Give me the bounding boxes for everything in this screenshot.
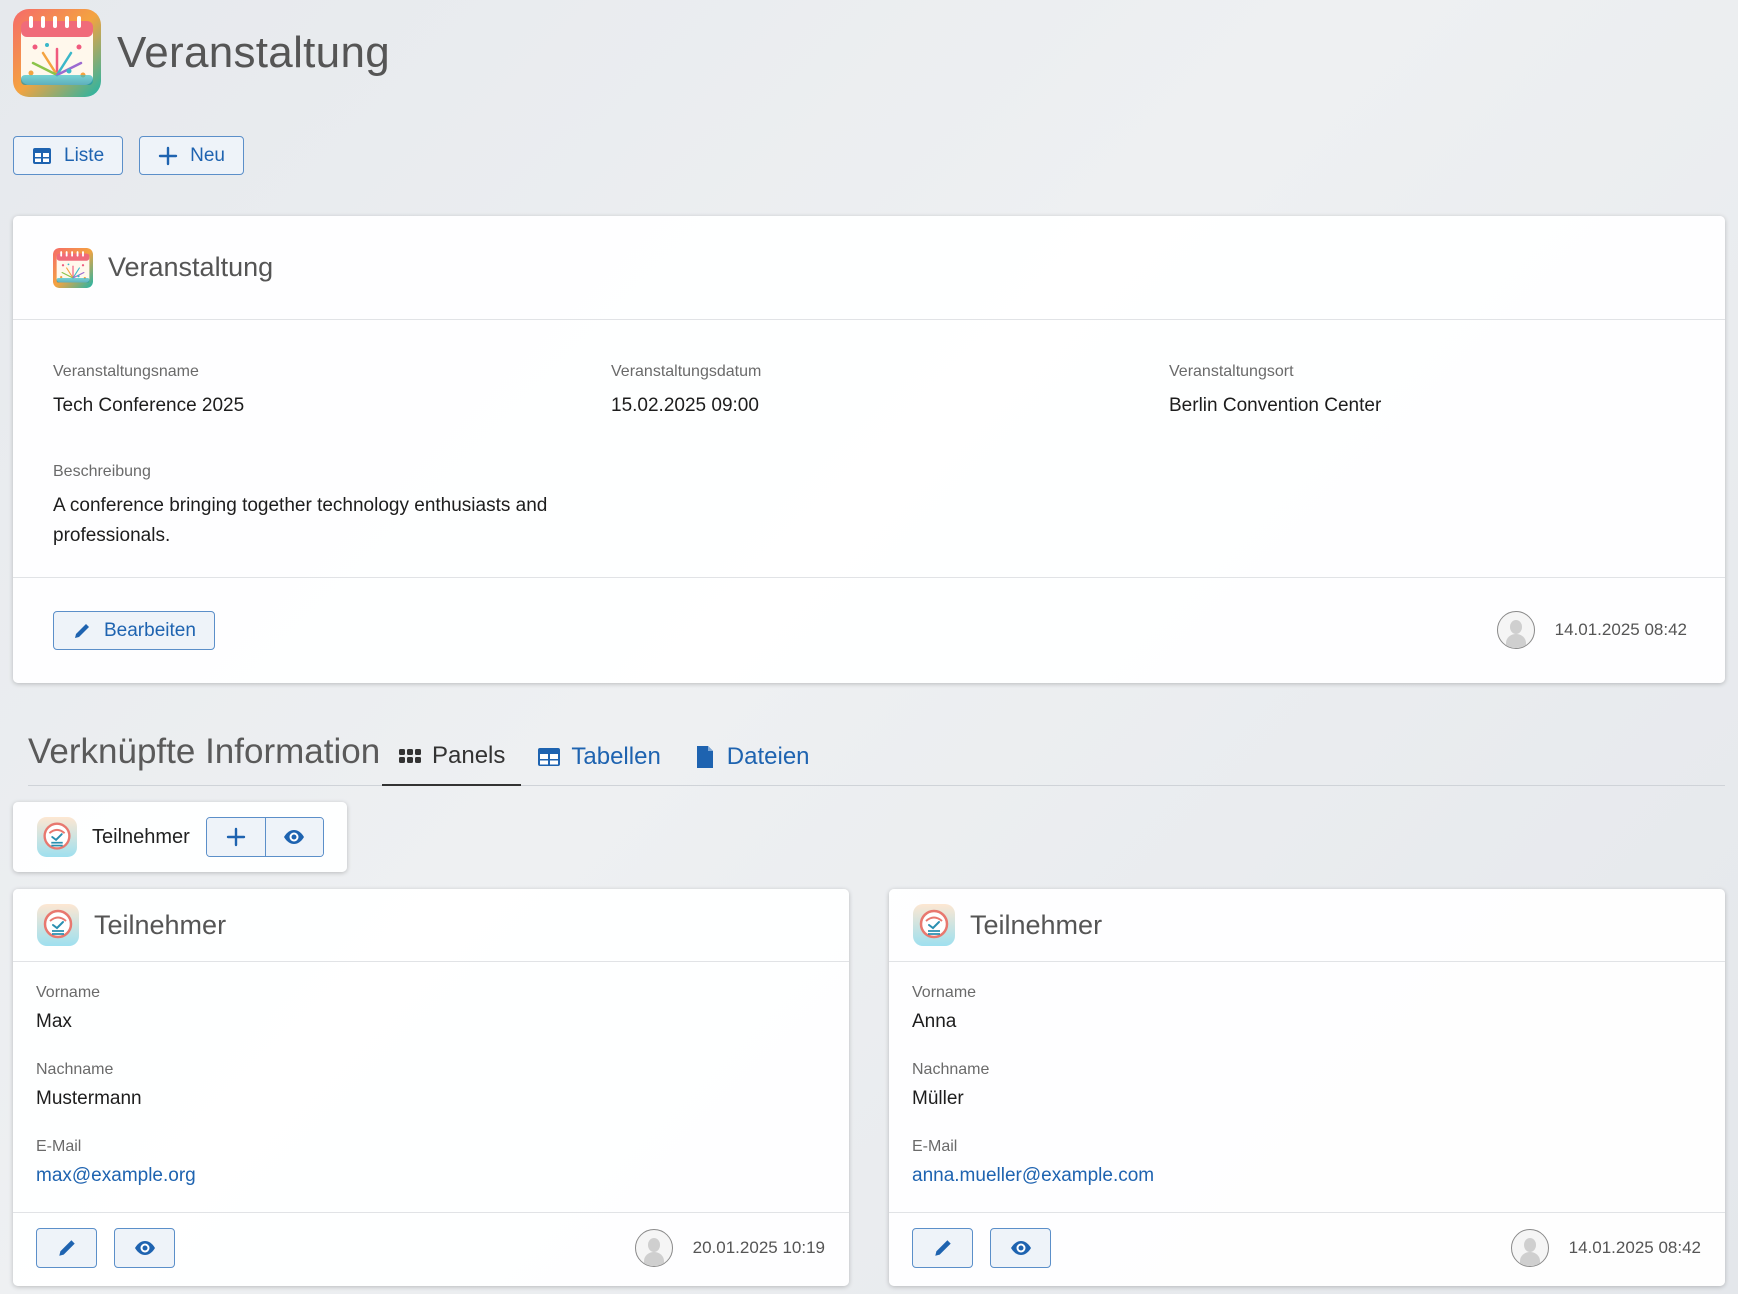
- field-firstname: Vorname Anna: [912, 984, 976, 1033]
- top-actions: Liste Neu: [13, 136, 244, 175]
- participant-meta: 14.01.2025 08:42: [1510, 1229, 1701, 1267]
- field-label: Veranstaltungsort: [1169, 363, 1294, 380]
- field-event-name: Veranstaltungsname Tech Conference 2025: [53, 363, 244, 421]
- participant-fields: Vorname Anna Nachname Müller E-Mail anna…: [889, 962, 1725, 1213]
- field-value: 15.02.2025 09:00: [611, 395, 759, 416]
- plus-icon: [158, 146, 178, 165]
- field-value: Tech Conference 2025: [53, 395, 245, 416]
- email-link[interactable]: max@example.org: [36, 1165, 196, 1187]
- add-participant-button[interactable]: [206, 818, 265, 856]
- file-icon: [696, 746, 713, 768]
- field-value: Berlin Convention Center: [1169, 395, 1382, 416]
- record-card: Veranstaltung Veranstaltungsname Tech Co…: [13, 216, 1725, 683]
- field-value: Mustermann: [36, 1088, 142, 1109]
- field-value: A conference bringing together technolog…: [53, 495, 548, 546]
- panel-chip-actions: [205, 817, 324, 857]
- pencil-icon: [58, 1240, 75, 1256]
- edit-participant-button[interactable]: [912, 1228, 973, 1268]
- grid-dots-icon: [399, 749, 421, 763]
- field-email: E-Mail max@example.org: [36, 1138, 196, 1187]
- view-participants-button[interactable]: [264, 818, 323, 856]
- avatar: [1510, 1229, 1549, 1267]
- edit-button[interactable]: Bearbeiten: [53, 611, 215, 650]
- related-info-title: Verknüpfte Information: [28, 732, 381, 771]
- pencil-icon: [75, 623, 89, 638]
- pencil-icon: [934, 1240, 951, 1256]
- modified-timestamp: 20.01.2025 10:19: [692, 1238, 825, 1257]
- record-fields: Veranstaltungsname Tech Conference 2025 …: [13, 320, 1725, 578]
- participant-icon: [37, 817, 77, 857]
- eye-icon: [134, 1241, 155, 1255]
- panel-chip-label: Teilnehmer: [92, 825, 190, 848]
- tab-label: Panels: [432, 742, 506, 769]
- list-button-label: Liste: [64, 144, 105, 166]
- tab-tables[interactable]: Tabellen: [521, 728, 676, 786]
- participant-card: Teilnehmer Vorname Anna Nachname Müller …: [889, 889, 1725, 1286]
- tab-label: Dateien: [726, 743, 810, 770]
- app-header: Veranstaltung: [13, 9, 390, 97]
- calendar-fireworks-icon: [53, 248, 93, 288]
- record-meta: 14.01.2025 08:42: [1496, 611, 1687, 649]
- field-value: Max: [36, 1011, 72, 1032]
- table-icon: [33, 147, 51, 164]
- field-label: Nachname: [36, 1061, 114, 1078]
- field-label: Veranstaltungsdatum: [611, 363, 762, 380]
- edit-participant-button[interactable]: [36, 1228, 97, 1268]
- record-card-footer: Bearbeiten 14.01.2025 08:42: [13, 578, 1725, 682]
- tab-files[interactable]: Dateien: [677, 728, 826, 786]
- avatar: [634, 1229, 673, 1267]
- eye-icon: [284, 830, 305, 844]
- record-card-header: Veranstaltung: [13, 216, 1725, 320]
- calendar-fireworks-icon: [13, 9, 101, 97]
- participant-card-footer: 14.01.2025 08:42: [889, 1213, 1725, 1285]
- panel-chip-participants: Teilnehmer: [13, 802, 347, 872]
- new-button-label: Neu: [190, 144, 225, 166]
- participant-meta: 20.01.2025 10:19: [634, 1229, 825, 1267]
- field-label: Nachname: [912, 1061, 990, 1078]
- eye-icon: [1010, 1241, 1031, 1255]
- list-button[interactable]: Liste: [13, 136, 124, 175]
- field-event-location: Veranstaltungsort Berlin Convention Cent…: [1169, 363, 1381, 421]
- field-label: Beschreibung: [53, 463, 151, 480]
- field-label: E-Mail: [912, 1138, 958, 1155]
- modified-timestamp: 14.01.2025 08:42: [1568, 1238, 1701, 1257]
- field-label: Veranstaltungsname: [53, 363, 199, 380]
- field-label: Vorname: [36, 984, 101, 1001]
- participant-icon: [913, 904, 955, 946]
- view-participant-button[interactable]: [990, 1228, 1051, 1268]
- field-value: Anna: [912, 1011, 957, 1032]
- participant-card-title: Teilnehmer: [970, 909, 1103, 940]
- field-event-date: Veranstaltungsdatum 15.02.2025 09:00: [611, 363, 761, 421]
- participant-card-header: Teilnehmer: [889, 889, 1725, 962]
- field-lastname: Nachname Mustermann: [36, 1061, 142, 1110]
- tab-label: Tabellen: [571, 743, 661, 770]
- field-email: E-Mail anna.mueller@example.com: [912, 1138, 1154, 1187]
- plus-icon: [226, 827, 246, 847]
- participant-card-footer: 20.01.2025 10:19: [13, 1213, 849, 1285]
- field-label: Vorname: [912, 984, 977, 1001]
- field-firstname: Vorname Max: [36, 984, 100, 1033]
- avatar: [1496, 611, 1535, 649]
- related-info-header: Verknüpfte Information Panels Tabellen D…: [28, 728, 1725, 786]
- field-lastname: Nachname Müller: [912, 1061, 989, 1110]
- email-link[interactable]: anna.mueller@example.com: [912, 1165, 1154, 1187]
- tab-panels[interactable]: Panels: [382, 728, 522, 786]
- page-title: Veranstaltung: [117, 28, 390, 77]
- related-tabs: Panels Tabellen Dateien: [382, 728, 826, 786]
- record-card-title: Veranstaltung: [108, 252, 274, 282]
- participant-card-title: Teilnehmer: [94, 909, 227, 940]
- field-value: Müller: [912, 1088, 964, 1109]
- edit-button-label: Bearbeiten: [104, 619, 196, 641]
- participant-fields: Vorname Max Nachname Mustermann E-Mail m…: [13, 962, 849, 1213]
- field-label: E-Mail: [36, 1138, 82, 1155]
- participant-card: Teilnehmer Vorname Max Nachname Musterma…: [13, 889, 849, 1286]
- new-button[interactable]: Neu: [139, 136, 244, 175]
- view-participant-button[interactable]: [114, 1228, 175, 1268]
- participant-card-header: Teilnehmer: [13, 889, 849, 962]
- modified-timestamp: 14.01.2025 08:42: [1554, 620, 1687, 639]
- field-description: Beschreibung A conference bringing toget…: [53, 463, 573, 551]
- participant-icon: [37, 904, 79, 946]
- table-icon: [538, 748, 561, 766]
